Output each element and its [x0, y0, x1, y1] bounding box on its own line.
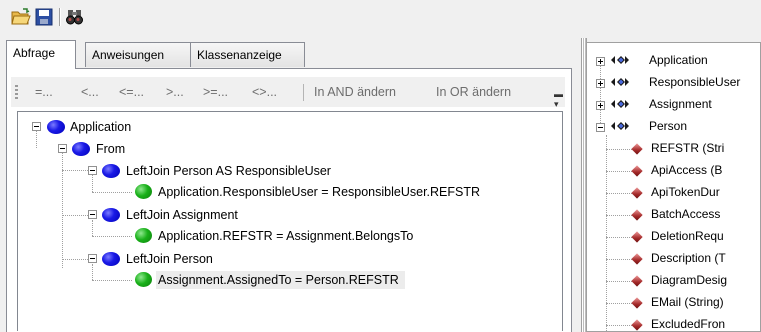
save-icon[interactable]	[33, 6, 55, 28]
class-icon	[611, 78, 629, 86]
tab-klassenanzeige[interactable]: Klassenanzeige	[190, 42, 305, 67]
property-icon	[631, 143, 643, 155]
collapse-toggle[interactable]	[88, 210, 97, 219]
toolbar-grip[interactable]	[15, 85, 18, 100]
property-item[interactable]: Description (T	[651, 249, 726, 267]
tree-line	[62, 148, 63, 268]
change-to-or-button[interactable]: In OR ändern	[436, 85, 511, 99]
expand-toggle[interactable]	[596, 101, 605, 110]
binoculars-icon[interactable]	[64, 6, 86, 28]
tab-abfrage[interactable]: Abfrage	[6, 40, 76, 69]
less-than-button[interactable]: <...	[81, 85, 99, 99]
toolbar-separator	[303, 84, 304, 101]
property-item[interactable]: ExcludedFron	[651, 315, 725, 331]
class-item[interactable]: Person	[649, 117, 687, 135]
tree-node-application[interactable]: Application	[70, 118, 131, 136]
tree-line	[92, 192, 132, 193]
tree-line	[36, 130, 37, 148]
tree-line	[92, 280, 132, 281]
property-item[interactable]: DeletionRequ	[651, 227, 724, 245]
expand-toggle[interactable]	[596, 79, 605, 88]
tree-node-condition-selected[interactable]: Assignment.AssignedTo = Person.REFSTR	[156, 271, 405, 289]
query-tree[interactable]: Application From LeftJoin Person AS Resp…	[17, 111, 563, 331]
class-tree[interactable]: Application ResponsibleUser Assignment P…	[586, 42, 761, 332]
open-folder-icon[interactable]	[10, 6, 32, 28]
tree-line	[62, 170, 88, 171]
class-icon	[611, 56, 629, 64]
condition-node-icon	[135, 272, 152, 287]
property-item[interactable]: REFSTR (Stri	[651, 139, 724, 157]
expand-toggle[interactable]	[596, 57, 605, 66]
class-icon	[611, 100, 629, 108]
collapse-toggle[interactable]	[32, 122, 41, 131]
greater-equal-button[interactable]: >=...	[203, 85, 228, 99]
toolbar-overflow-icon[interactable]: ▬ ▾	[554, 89, 563, 110]
tree-line	[62, 259, 88, 260]
class-icon	[611, 122, 629, 130]
collapse-toggle[interactable]	[58, 144, 67, 153]
tab-content: =... <... <=... >... >=... <>... In AND …	[6, 68, 572, 332]
less-equal-button[interactable]: <=...	[119, 85, 144, 99]
tree-node-condition[interactable]: Application.ResponsibleUser = Responsibl…	[158, 183, 480, 201]
table-node-icon	[102, 208, 120, 222]
tree-line	[92, 264, 93, 280]
equals-button[interactable]: =...	[35, 85, 53, 99]
tree-node-join[interactable]: LeftJoin Assignment	[126, 206, 238, 224]
class-item[interactable]: Assignment	[649, 95, 712, 113]
table-node-icon	[72, 142, 90, 156]
property-item[interactable]: ApiTokenDur	[651, 183, 720, 201]
property-icon	[631, 231, 643, 243]
not-equal-button[interactable]: <>...	[252, 85, 277, 99]
tree-node-condition[interactable]: Application.REFSTR = Assignment.BelongsT…	[158, 227, 413, 245]
property-icon	[631, 253, 643, 265]
tree-line	[62, 215, 88, 216]
collapse-toggle[interactable]	[596, 123, 605, 132]
property-icon	[631, 275, 643, 287]
table-node-icon	[47, 120, 65, 134]
greater-than-button[interactable]: >...	[166, 85, 184, 99]
property-icon	[631, 209, 643, 221]
property-icon	[631, 187, 643, 199]
condition-node-icon	[135, 184, 152, 199]
tree-line	[92, 236, 132, 237]
collapse-toggle[interactable]	[88, 254, 97, 263]
tree-line	[92, 175, 93, 192]
property-item[interactable]: BatchAccess	[651, 205, 720, 223]
property-item[interactable]: DiagramDesig	[651, 271, 727, 289]
property-icon	[631, 297, 643, 309]
change-to-and-button[interactable]: In AND ändern	[314, 85, 396, 99]
class-item[interactable]: ResponsibleUser	[649, 73, 740, 91]
property-item[interactable]: EMail (String)	[651, 293, 724, 311]
main-toolbar	[0, 0, 761, 34]
table-node-icon	[102, 164, 120, 178]
toolbar-separator	[59, 8, 61, 26]
query-pane: Abfrage Anweisungen Klassenanzeige =... …	[6, 40, 572, 332]
class-item[interactable]: Application	[649, 51, 708, 69]
operator-toolbar: =... <... <=... >... >=... <>... In AND …	[11, 77, 565, 110]
tree-node-join[interactable]: LeftJoin Person AS ResponsibleUser	[126, 162, 331, 180]
tree-line	[600, 63, 601, 123]
property-item[interactable]: ApiAccess (B	[651, 161, 722, 179]
property-icon	[631, 319, 643, 331]
collapse-toggle[interactable]	[88, 166, 97, 175]
tab-anweisungen[interactable]: Anweisungen	[85, 42, 191, 67]
property-icon	[631, 165, 643, 177]
table-node-icon	[102, 252, 120, 266]
tree-node-join[interactable]: LeftJoin Person	[126, 250, 213, 268]
tree-line	[92, 220, 93, 236]
condition-node-icon	[135, 228, 152, 243]
tree-node-from[interactable]: From	[96, 140, 125, 158]
